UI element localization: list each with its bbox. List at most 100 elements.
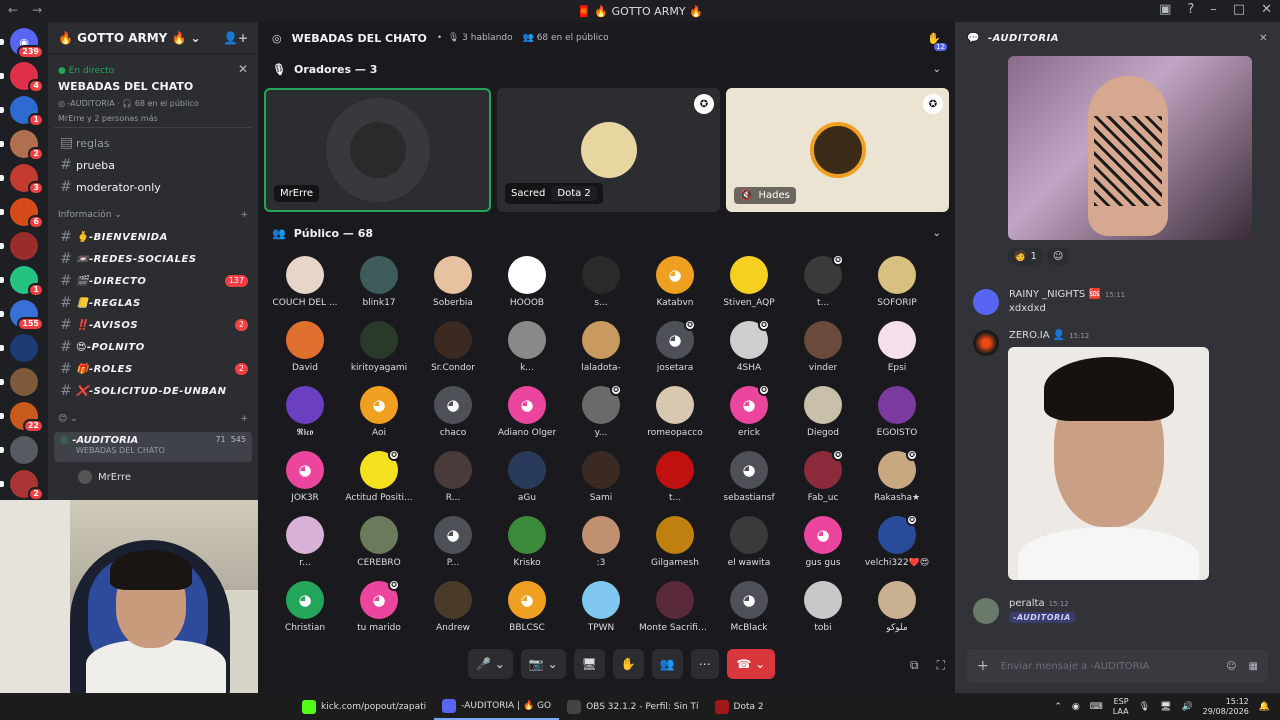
audience-member[interactable]: aGu (490, 447, 564, 512)
server-icon[interactable] (0, 232, 38, 260)
audience-member[interactable]: ✪ velchi322❤️😍 (860, 512, 934, 577)
server-icon[interactable]: 2 (0, 130, 44, 161)
window-controls[interactable]: ▣ ? – □ ✕ (1159, 2, 1272, 17)
audience-member[interactable]: ✪ y... (564, 382, 638, 447)
server-icon[interactable]: ◉ 239 (0, 28, 44, 59)
discord-tray-icon[interactable]: ◉ (1072, 702, 1080, 712)
audience-member[interactable]: Sami (564, 447, 638, 512)
tray-chevron-icon[interactable]: ⌃ (1054, 702, 1062, 712)
maximize-icon[interactable]: □ (1233, 2, 1245, 17)
server-icon[interactable]: 155 (0, 300, 44, 331)
audience-member[interactable]: s... (564, 252, 638, 317)
server-icon[interactable]: 1 (0, 266, 44, 297)
avatar[interactable] (973, 330, 999, 356)
server-icon[interactable]: 4 (0, 62, 44, 93)
audience-member[interactable]: t... (638, 447, 712, 512)
server-icon[interactable] (0, 334, 38, 362)
audience-member[interactable]: ◕ ✪ tu marido (342, 577, 416, 642)
audience-member[interactable]: Krisko (490, 512, 564, 577)
audience-member[interactable]: kiritoyagami (342, 317, 416, 382)
channel-item[interactable]: # 🎁-ROLES 2 (48, 358, 258, 380)
audience-member[interactable]: Andrew (416, 577, 490, 642)
audience-member[interactable]: ◕ McBlack (712, 577, 786, 642)
audience-member[interactable]: laladota- (564, 317, 638, 382)
add-attachment-icon[interactable]: + (977, 658, 989, 674)
add-reaction-icon[interactable]: ☺ (1046, 248, 1070, 265)
volume-icon[interactable]: 🔊 (1181, 702, 1192, 712)
close-icon[interactable]: ✕ (1259, 33, 1268, 44)
image-attachment[interactable] (1008, 347, 1209, 580)
audience-member[interactable]: R... (416, 447, 490, 512)
audience-member[interactable]: ◕ ✪ erick (712, 382, 786, 447)
channel-item[interactable]: # 📼-REDES-SOCIALES (48, 248, 258, 270)
audience-member[interactable]: el wawita (712, 512, 786, 577)
audience-member[interactable]: ✪ 4SHA (712, 317, 786, 382)
forward-icon[interactable]: → (32, 3, 42, 17)
audience-member[interactable]: k... (490, 317, 564, 382)
voice-user[interactable]: MrErre (48, 464, 258, 484)
audience-member[interactable]: ✪ t... (786, 252, 860, 317)
audience-member[interactable]: EGOISTO (860, 382, 934, 447)
close-icon[interactable]: ✕ (238, 62, 248, 76)
live-stage-card[interactable]: ● En directo ✕ WEBADAS DEL CHATO ◎ -AUDIT… (54, 58, 252, 128)
channel-item[interactable]: # ‼️-AVISOS 2 (48, 314, 258, 336)
taskbar-app[interactable]: Dota 2 (707, 693, 772, 720)
author-name[interactable]: ZERO.IA (1009, 330, 1050, 341)
audience-member[interactable]: ◕ sebastiansf (712, 447, 786, 512)
inbox-icon[interactable]: ▣ (1159, 2, 1171, 17)
more-button[interactable]: ⋯ (690, 649, 719, 679)
author-name[interactable]: RAINY _NIGHTS (1009, 289, 1085, 300)
audience-member[interactable]: ◕ Adiano Olger (490, 382, 564, 447)
category-info[interactable]: Información ⌄ + (48, 204, 258, 226)
audience-member[interactable]: HOOOB (490, 252, 564, 317)
audience-member[interactable]: :3 (564, 512, 638, 577)
audience-member[interactable]: ✪ Actitud Positi... (342, 447, 416, 512)
speaker-tile[interactable]: ✪ 🔇 Hades (726, 88, 949, 212)
camera-button[interactable]: 📷 ⌄ (520, 649, 566, 679)
audience-member[interactable]: 𝕽𝖎𝖈𝖔 (268, 382, 342, 447)
chevron-down-icon[interactable]: ⌄ (933, 228, 941, 239)
screen-share-button[interactable]: 🖥 (573, 649, 605, 679)
audience-member[interactable]: blink17 (342, 252, 416, 317)
notifications-icon[interactable]: 🔔 (1259, 702, 1270, 712)
taskbar-app[interactable]: OBS 32.1.2 - Perfil: Sin Tí (559, 693, 706, 720)
server-icon[interactable] (0, 368, 38, 396)
raise-hand-button[interactable]: ✋ (612, 649, 644, 679)
audience-member[interactable]: TPWN (564, 577, 638, 642)
audience-member[interactable]: Epsi (860, 317, 934, 382)
audience-member[interactable]: CEREBRO (342, 512, 416, 577)
invite-icon[interactable]: 👤+ (223, 31, 248, 45)
channel-item[interactable]: # ❌-SOLICITUD-DE-UNBAN (48, 380, 258, 402)
voice-channel-selected[interactable]: ◎ -AUDITORIA 71 545 WEBADAS DEL CHATO (54, 432, 252, 462)
audience-member[interactable]: Monte Sacrific... (638, 577, 712, 642)
avatar[interactable] (973, 289, 999, 315)
channel-item[interactable]: # prueba (48, 154, 258, 176)
audience-member[interactable]: ◕ Katabvn (638, 252, 712, 317)
guild-header[interactable]: 🔥 GOTTO ARMY 🔥 ⌄ 👤+ (48, 22, 258, 54)
server-icon[interactable]: 3 (0, 164, 44, 195)
author-name[interactable]: peralta (1009, 598, 1045, 609)
image-attachment[interactable] (1008, 56, 1252, 240)
message-composer[interactable]: + Enviar mensaje a -AUDITORIA ☺ ▦ (967, 649, 1268, 683)
audience-member[interactable]: r... (268, 512, 342, 577)
fullscreen-icon[interactable]: ⛶ (937, 658, 945, 673)
mute-button[interactable]: 🎤 ⌄ (468, 649, 513, 679)
leave-call-button[interactable]: ☎ ⌄ (726, 649, 775, 679)
audience-member[interactable]: Stiven_AQP (712, 252, 786, 317)
reaction[interactable]: 🧑 1 (1008, 248, 1043, 265)
audience-member[interactable]: ✪ Rakasha★ (860, 447, 934, 512)
audience-member[interactable]: ◕ Christian (268, 577, 342, 642)
audience-member[interactable]: Diegod (786, 382, 860, 447)
help-icon[interactable]: ? (1187, 2, 1194, 17)
channel-item[interactable]: # 📒-REGLAS (48, 292, 258, 314)
clock[interactable]: 15:12 29/08/2026 (1203, 697, 1249, 717)
mic-tray-icon[interactable]: 🎙 (1139, 702, 1150, 712)
audience-member[interactable]: COUCH DEL ... (268, 252, 342, 317)
audience-member[interactable]: vinder (786, 317, 860, 382)
server-icon[interactable]: 6 (0, 198, 44, 229)
language-indicator[interactable]: ESP LAA (1113, 697, 1129, 717)
audience-member[interactable]: ◕ Aoi (342, 382, 416, 447)
audience-member[interactable]: ◕ BBLCSC (490, 577, 564, 642)
taskbar-app[interactable]: -AUDITORIA | 🔥 GO (434, 693, 560, 720)
back-icon[interactable]: ← (8, 3, 18, 17)
